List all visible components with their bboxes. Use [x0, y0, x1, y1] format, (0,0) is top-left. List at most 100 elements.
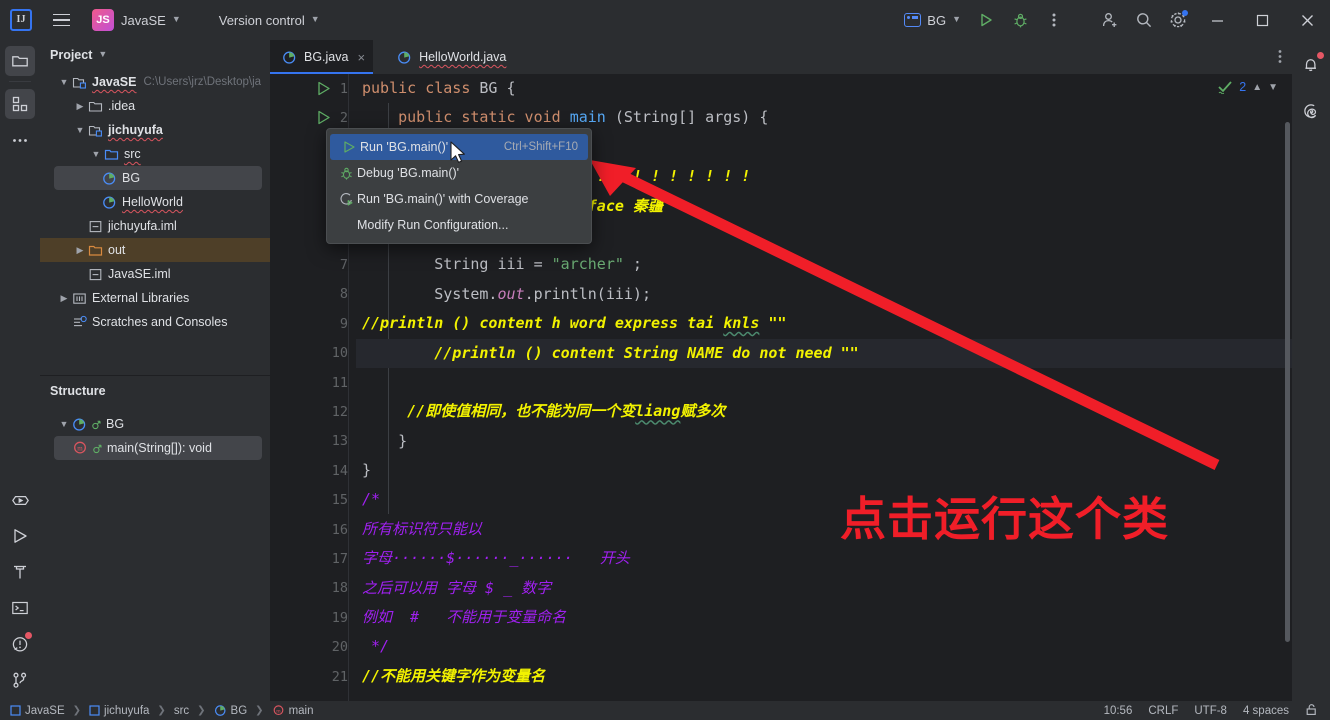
folder-blue-icon — [104, 149, 119, 160]
tab-bg-java[interactable]: BG.java × — [270, 40, 374, 74]
chevron-expanded-icon[interactable]: ▼ — [56, 77, 72, 87]
tab-label: HelloWorld.java — [419, 50, 507, 64]
chevron-collapsed-icon[interactable]: ▶ — [72, 245, 88, 256]
tree-item-out[interactable]: ▶ out — [40, 238, 270, 262]
editor-tab-bar: BG.java × HelloWorld.java — [270, 40, 1292, 74]
gutter-line: 13 — [331, 433, 348, 450]
module-icon — [88, 125, 102, 137]
breadcrumb-item-src[interactable]: src — [172, 705, 191, 717]
chevron-collapsed-icon[interactable]: ▶ — [56, 293, 72, 304]
breadcrumb-item-javase[interactable]: JavaSE — [8, 705, 67, 717]
minimize-button[interactable] — [1195, 0, 1240, 40]
tree-item-external-libraries[interactable]: ▶ External Libraries — [40, 286, 270, 310]
run-tool-window-icon[interactable] — [5, 521, 35, 551]
folder-icon — [88, 101, 103, 112]
editor-tabs-more-icon[interactable] — [1278, 49, 1282, 67]
svg-text:m: m — [77, 445, 83, 453]
menu-item-run-with-coverage[interactable]: Run 'BG.main()' with Coverage — [327, 186, 591, 212]
menu-item-label: Modify Run Configuration... — [357, 218, 509, 232]
tree-item-javase[interactable]: ▼ JavaSE C:\Users\jrz\Desktop\ja — [40, 70, 270, 94]
class-icon — [398, 51, 411, 64]
project-tree: ▼ JavaSE C:\Users\jrz\Desktop\ja ▶ .idea… — [40, 70, 270, 334]
main-menu-hamburger-icon[interactable] — [46, 7, 76, 33]
run-gutter-icon[interactable] — [316, 80, 331, 97]
breadcrumb-item-main[interactable]: m main — [270, 704, 316, 717]
search-icon[interactable] — [1127, 4, 1161, 36]
more-actions-icon[interactable] — [1037, 4, 1071, 36]
run-button[interactable] — [969, 4, 1003, 36]
unlock-icon[interactable] — [1305, 703, 1318, 719]
chevron-expanded-icon[interactable]: ▼ — [56, 419, 72, 429]
inspection-widget: 2 ▲ ▼ — [1217, 80, 1278, 94]
maximize-button[interactable] — [1240, 0, 1285, 40]
build-hammer-icon[interactable] — [5, 557, 35, 587]
tree-item-helloworld[interactable]: HelloWorld — [40, 190, 270, 214]
project-panel-header[interactable]: Project ▼ — [40, 40, 270, 70]
tree-item-idea[interactable]: ▶ .idea — [40, 94, 270, 118]
breadcrumb-item-bg[interactable]: BG — [212, 704, 250, 717]
chevron-down-icon: ▼ — [952, 14, 961, 24]
inspection-ok-icon[interactable] — [1217, 80, 1233, 94]
more-tool-windows-icon[interactable] — [5, 125, 35, 155]
code-line-9: //println () content h word express tai … — [362, 314, 787, 333]
menu-item-label: Debug 'BG.main()' — [357, 166, 460, 180]
run-configuration-selector[interactable]: BG ▼ — [896, 10, 969, 31]
status-indent[interactable]: 4 spaces — [1243, 705, 1289, 717]
tree-item-javase-iml[interactable]: JavaSE.iml — [40, 262, 270, 286]
tree-item-bg[interactable]: BG — [54, 166, 262, 190]
code-line-18: 之后可以用 字母 $ _ 数字 — [362, 578, 552, 597]
previous-problem-icon[interactable]: ▲ — [1252, 82, 1262, 93]
chevron-collapsed-icon[interactable]: ▶ — [72, 101, 88, 112]
menu-item-modify-run-configuration[interactable]: Modify Run Configuration... — [327, 212, 591, 238]
chevron-down-icon: ▼ — [171, 14, 181, 24]
structure-item-main[interactable]: m main(String[]): void — [54, 436, 262, 460]
project-selector[interactable]: JS JavaSE ▼ — [84, 5, 189, 35]
settings-gear-icon[interactable] — [1161, 4, 1195, 36]
close-icon[interactable]: × — [357, 51, 365, 64]
status-line-separator[interactable]: CRLF — [1148, 705, 1178, 717]
run-gutter-icon[interactable] — [316, 109, 331, 126]
version-control-selector[interactable]: Version control ▼ — [211, 9, 328, 32]
tree-item-jichuyufa-iml[interactable]: jichuyufa.iml — [40, 214, 270, 238]
tree-item-scratches[interactable]: Scratches and Consoles — [40, 310, 270, 334]
problems-icon[interactable] — [5, 629, 35, 659]
mouse-cursor — [450, 141, 465, 163]
chevron-down-icon: ▼ — [98, 49, 108, 59]
tree-item-src[interactable]: ▼ src — [40, 142, 270, 166]
structure-tool-window-icon[interactable] — [5, 89, 35, 119]
next-problem-icon[interactable]: ▼ — [1268, 82, 1278, 93]
menu-item-label: Run 'BG.main()' — [360, 140, 449, 154]
intellij-logo-icon[interactable]: IJ — [10, 9, 32, 31]
inspection-count: 2 — [1239, 80, 1247, 94]
terminal-icon[interactable] — [5, 593, 35, 623]
code-line-21: //不能用关键字作为变量名 — [362, 666, 546, 685]
chevron-expanded-icon[interactable]: ▼ — [72, 125, 88, 135]
close-button[interactable] — [1285, 0, 1330, 40]
breadcrumb-item-jichuyufa[interactable]: jichuyufa — [87, 705, 151, 717]
structure-panel-header: Structure — [40, 376, 270, 406]
code-line-7: String iii = "archer" ; — [362, 255, 642, 274]
left-tool-rail — [0, 40, 40, 701]
folder-orange-icon — [88, 245, 103, 256]
ai-assistant-icon[interactable] — [1296, 96, 1326, 126]
editor-vertical-scrollbar[interactable] — [1285, 122, 1290, 642]
tree-label: .idea — [108, 99, 136, 113]
add-collaborator-icon[interactable] — [1093, 4, 1127, 36]
project-tool-window-icon[interactable] — [5, 46, 35, 76]
chevron-expanded-icon[interactable]: ▼ — [88, 149, 104, 159]
status-encoding[interactable]: UTF-8 — [1194, 705, 1227, 717]
tab-helloworld-java[interactable]: HelloWorld.java — [385, 40, 514, 74]
debug-tool-window-icon[interactable] — [5, 485, 35, 515]
gutter-line: 1 — [270, 74, 356, 103]
git-branch-icon[interactable] — [5, 665, 35, 695]
notifications-bell-icon[interactable] — [1296, 50, 1326, 80]
gutter-line: 20 — [331, 639, 348, 656]
tree-label: jichuyufa.iml — [108, 219, 177, 233]
class-icon — [103, 172, 116, 185]
code-line-19: 例如 # 不能用于变量命名 — [362, 608, 567, 627]
debug-button[interactable] — [1003, 4, 1037, 36]
tree-item-jichuyufa[interactable]: ▼ jichuyufa — [40, 118, 270, 142]
structure-item-bg[interactable]: ▼ BG — [40, 412, 270, 436]
right-tool-rail — [1292, 40, 1330, 701]
menu-item-shortcut: Ctrl+Shift+F10 — [503, 141, 578, 153]
